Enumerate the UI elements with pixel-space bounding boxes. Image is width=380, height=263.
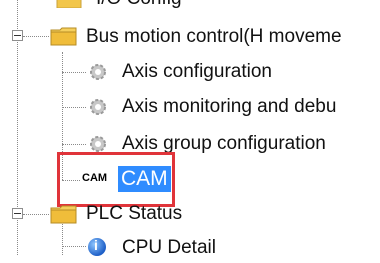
tree-node-bus-motion[interactable]: Bus motion control(H moveme (86, 22, 342, 52)
tree-node-plc-status[interactable]: PLC Status (86, 199, 182, 229)
tree-node-label: CAM (121, 167, 168, 190)
tree-node-label: CPU Detail (122, 237, 216, 258)
tree-node-axis-config[interactable]: Axis configuration (122, 57, 272, 87)
tree-node-label: PLC Status (86, 203, 183, 224)
tree-node-axis-monitor[interactable]: Axis monitoring and debu (122, 92, 336, 122)
gear-icon (88, 97, 106, 115)
tree-node-cam[interactable]: CAM (118, 166, 171, 192)
folder-icon (50, 26, 77, 46)
tree-line (62, 180, 80, 181)
folder-icon (50, 204, 77, 224)
tree-line (62, 144, 86, 145)
collapse-icon[interactable] (12, 30, 23, 41)
tree-line (62, 72, 86, 73)
collapse-icon[interactable] (12, 208, 23, 219)
project-tree: I/O Config Bus motion control(H moveme A… (0, 0, 380, 258)
tree-node-top-partial[interactable]: I/O Config (96, 0, 182, 14)
tree-line (62, 246, 86, 247)
info-icon (88, 237, 106, 256)
gear-icon (88, 134, 106, 152)
tree-line (23, 214, 49, 215)
tree-node-label: Bus motion control(H moveme (86, 26, 342, 47)
tree-line (62, 222, 63, 255)
tree-node-cpu-detail[interactable]: CPU Detail (122, 233, 216, 263)
tree-node-label: Axis configuration (122, 61, 272, 82)
gear-icon (88, 62, 106, 80)
folder-icon (56, 0, 82, 12)
tree-line (62, 107, 86, 108)
tree-node-label: I/O Config (96, 0, 182, 10)
tree-node-label: Axis monitoring and debu (122, 96, 337, 117)
cam-icon: CAM (82, 172, 108, 184)
tree-line (23, 36, 49, 37)
